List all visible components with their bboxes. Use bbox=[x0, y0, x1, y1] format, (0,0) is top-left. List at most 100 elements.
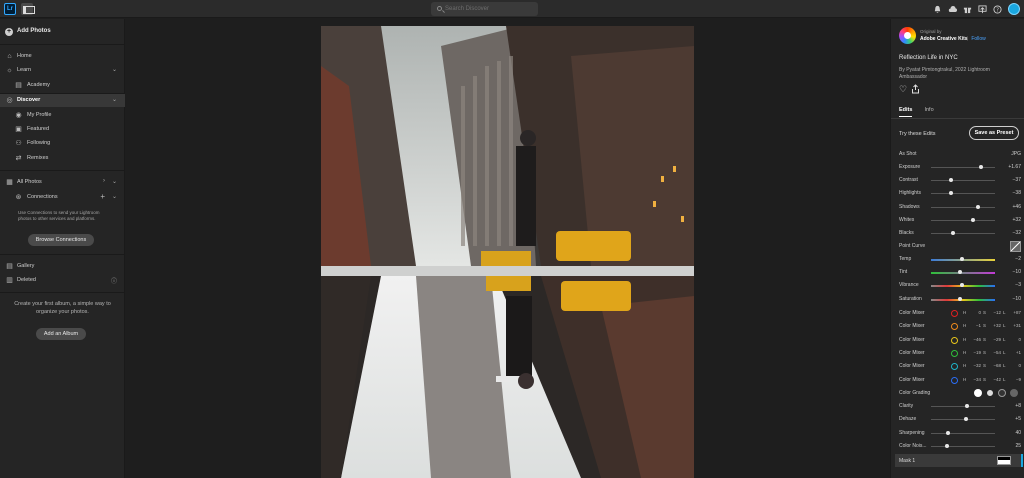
slider-handle[interactable] bbox=[963, 417, 968, 422]
slider-track[interactable] bbox=[931, 217, 995, 222]
slider-handle[interactable] bbox=[948, 191, 953, 196]
slider-handle[interactable] bbox=[957, 270, 962, 275]
mask-row[interactable]: Mask 1 bbox=[895, 454, 1021, 467]
slider-handle[interactable] bbox=[964, 404, 969, 408]
author-name[interactable]: Adobe Creative Kits bbox=[920, 36, 968, 42]
sidebar-item-gallery[interactable]: ▤ Gallery bbox=[0, 260, 125, 273]
sidebar-item-label: Deleted bbox=[17, 277, 36, 283]
slider-track[interactable] bbox=[931, 165, 995, 169]
slider-track[interactable] bbox=[931, 417, 995, 422]
sidebar-item-learn[interactable]: ☼ Learn ⌄ bbox=[0, 64, 125, 77]
slider-sharpening[interactable]: Sharpening 40 bbox=[891, 427, 1024, 440]
add-photos-button[interactable]: + Add Photos bbox=[0, 25, 125, 39]
adjustment-name: Color Mixer bbox=[899, 310, 925, 316]
slider-dehaze[interactable]: Dehaze +5 bbox=[891, 413, 1024, 426]
chevron-down-icon[interactable]: ⌄ bbox=[112, 193, 117, 200]
slider-whites[interactable]: Whites +32 bbox=[891, 214, 1024, 227]
chevron-down-icon[interactable]: ⌄ bbox=[112, 178, 117, 185]
chevron-down-icon[interactable]: ⌄ bbox=[112, 66, 117, 73]
share-icon[interactable] bbox=[911, 84, 920, 94]
slider-track[interactable] bbox=[931, 404, 995, 408]
slider-handle[interactable] bbox=[950, 231, 955, 235]
hsl-letter: L bbox=[1003, 349, 1006, 355]
slider-track[interactable] bbox=[931, 443, 995, 448]
info-icon[interactable]: ⓘ bbox=[111, 276, 117, 285]
follow-link[interactable]: Follow bbox=[967, 36, 985, 42]
search-input[interactable]: Search Discover bbox=[431, 2, 538, 16]
adjustment-name: Point Curve bbox=[899, 243, 926, 249]
chevron-down-icon[interactable]: ⌄ bbox=[112, 96, 117, 103]
slider-clarity[interactable]: Clarity +8 bbox=[891, 400, 1024, 413]
slider-blacks[interactable]: Blacks −32 bbox=[891, 227, 1024, 240]
as-shot-row: As Shot JPG bbox=[891, 148, 1024, 161]
slider-handle[interactable] bbox=[960, 257, 965, 261]
hsl-value: −19 bbox=[973, 349, 981, 355]
creative-cloud-logo[interactable] bbox=[899, 27, 916, 44]
sidebar-item-featured[interactable]: ▣ Featured bbox=[0, 123, 125, 136]
gift-icon[interactable] bbox=[963, 5, 972, 14]
avatar[interactable] bbox=[1008, 3, 1020, 15]
panel-toggle-icon[interactable] bbox=[21, 3, 35, 15]
slider-track[interactable] bbox=[931, 296, 995, 301]
lightroom-logo[interactable]: Lr bbox=[4, 3, 16, 15]
color-mixer-row[interactable]: Color Mixer H −1 S +32 L +31 bbox=[891, 320, 1024, 333]
help-icon[interactable]: ? bbox=[993, 4, 1002, 14]
sidebar-item-my-profile[interactable]: ◉ My Profile bbox=[0, 109, 125, 122]
slider-track[interactable] bbox=[931, 283, 995, 288]
point-curve-row[interactable]: Point Curve bbox=[891, 240, 1024, 253]
slider-saturation[interactable]: Saturation −10 bbox=[891, 293, 1024, 306]
sidebar-item-remixes[interactable]: ⇄ Remixes bbox=[0, 152, 125, 165]
slider-shadows[interactable]: Shadows +46 bbox=[891, 201, 1024, 214]
slider-track[interactable] bbox=[931, 231, 995, 235]
slider-tint[interactable]: Tint −10 bbox=[891, 266, 1024, 279]
slider-exposure[interactable]: Exposure +1.67 bbox=[891, 161, 1024, 174]
slider-track[interactable] bbox=[931, 191, 995, 196]
bell-icon[interactable] bbox=[933, 5, 942, 14]
sidebar-item-deleted[interactable]: ▥ Deleted ⓘ bbox=[0, 274, 125, 287]
photo-preview[interactable] bbox=[321, 26, 694, 478]
color-mixer-row[interactable]: Color Mixer H −34 S −42 L −9 bbox=[891, 374, 1024, 387]
slider-color-nois[interactable]: Color Nois... 25 bbox=[891, 440, 1024, 453]
color-mixer-row[interactable]: Color Mixer H −46 S −29 L 0 bbox=[891, 334, 1024, 347]
slider-handle[interactable] bbox=[978, 165, 983, 169]
sidebar-item-following[interactable]: ⚇ Following bbox=[0, 137, 125, 150]
chevron-right-icon[interactable]: › bbox=[103, 178, 105, 184]
slider-handle[interactable] bbox=[971, 217, 976, 222]
heart-icon[interactable]: ♡ bbox=[899, 85, 908, 94]
panel-scrollbar[interactable] bbox=[1021, 454, 1023, 467]
slider-track[interactable] bbox=[931, 430, 995, 435]
save-as-preset-button[interactable]: Save as Preset bbox=[969, 126, 1019, 140]
sidebar-item-home[interactable]: ⌂ Home bbox=[0, 50, 125, 63]
browse-connections-button[interactable]: Browse Connections bbox=[28, 234, 94, 246]
add-album-button[interactable]: Add an Album bbox=[36, 328, 86, 340]
slider-vibrance[interactable]: Vibrance −3 bbox=[891, 279, 1024, 292]
sidebar-item-all-photos[interactable]: ▦ All Photos › ⌄ bbox=[0, 176, 125, 189]
sidebar-item-connections[interactable]: ⊛ Connections + ⌄ bbox=[0, 191, 125, 204]
slider-temp[interactable]: Temp −2 bbox=[891, 253, 1024, 266]
slider-handle[interactable] bbox=[945, 443, 949, 448]
slider-track[interactable] bbox=[931, 204, 995, 209]
slider-handle[interactable] bbox=[957, 296, 962, 301]
color-mixer-row[interactable]: Color Mixer H 0 S −12 L +87 bbox=[891, 307, 1024, 320]
slider-handle[interactable] bbox=[975, 204, 980, 209]
sidebar-item-label: Learn bbox=[17, 67, 32, 73]
share-screen-icon[interactable] bbox=[978, 4, 987, 14]
color-grading-row[interactable]: Color Grading bbox=[891, 387, 1024, 400]
color-mixer-row[interactable]: Color Mixer H −19 S −54 L +1 bbox=[891, 347, 1024, 360]
color-mixer-row[interactable]: Color Mixer H −32 S −68 L 0 bbox=[891, 360, 1024, 373]
slider-handle[interactable] bbox=[946, 430, 951, 435]
sidebar-item-academy[interactable]: ▤ Academy bbox=[0, 79, 125, 92]
tab-edits[interactable]: Edits bbox=[899, 107, 913, 117]
slider-handle[interactable] bbox=[960, 283, 965, 288]
slider-track[interactable] bbox=[931, 257, 995, 261]
slider-handle[interactable] bbox=[948, 178, 953, 183]
adjustment-value: −37 bbox=[1012, 177, 1021, 184]
slider-contrast[interactable]: Contrast −37 bbox=[891, 174, 1024, 187]
slider-track[interactable] bbox=[931, 178, 995, 183]
sidebar-item-discover[interactable]: ◎ Discover ⌄ bbox=[0, 94, 125, 107]
slider-track[interactable] bbox=[931, 270, 995, 275]
slider-highlights[interactable]: Highlights −38 bbox=[891, 187, 1024, 200]
cloud-icon[interactable] bbox=[948, 5, 958, 14]
tab-info[interactable]: Info bbox=[924, 107, 933, 117]
add-connection-icon[interactable]: + bbox=[100, 192, 105, 201]
